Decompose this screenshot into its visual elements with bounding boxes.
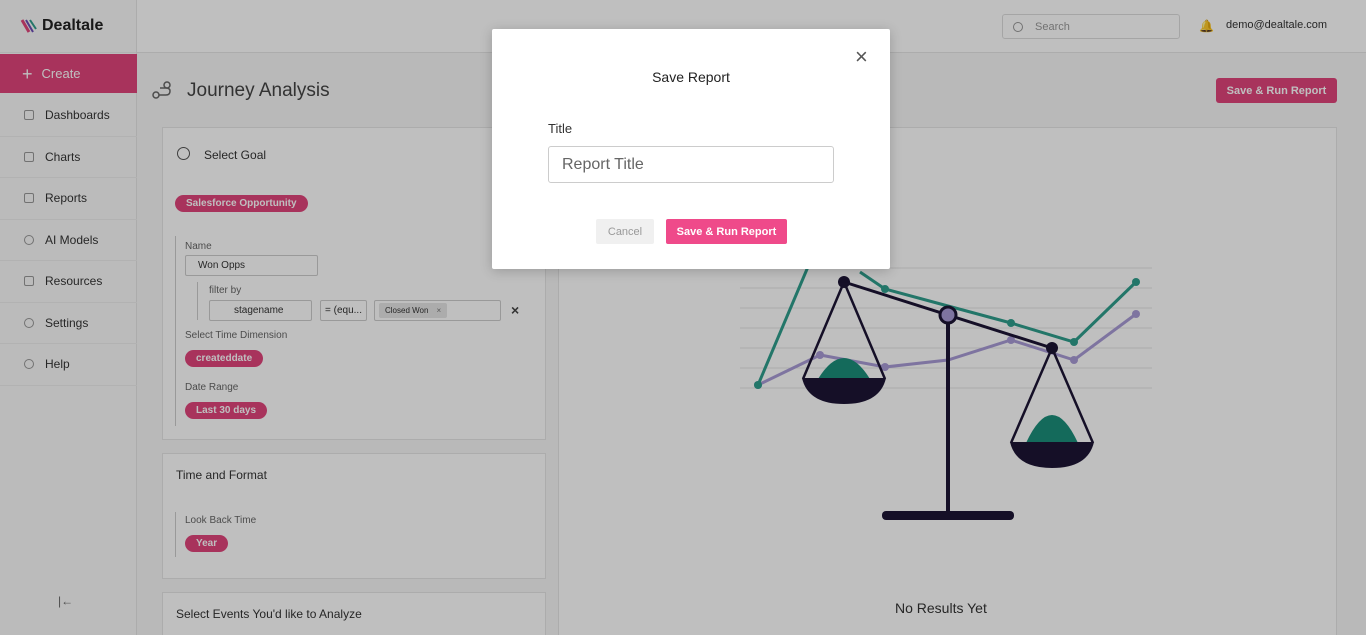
report-title-label: Title	[548, 121, 573, 136]
save-report-modal: × Save Report Title Cancel Save & Run Re…	[492, 29, 890, 269]
close-icon[interactable]: ×	[855, 46, 868, 68]
modal-save-and-run-button[interactable]: Save & Run Report	[666, 219, 787, 244]
report-title-input[interactable]	[548, 146, 834, 183]
cancel-button[interactable]: Cancel	[596, 219, 654, 244]
modal-title: Save Report	[652, 69, 730, 85]
